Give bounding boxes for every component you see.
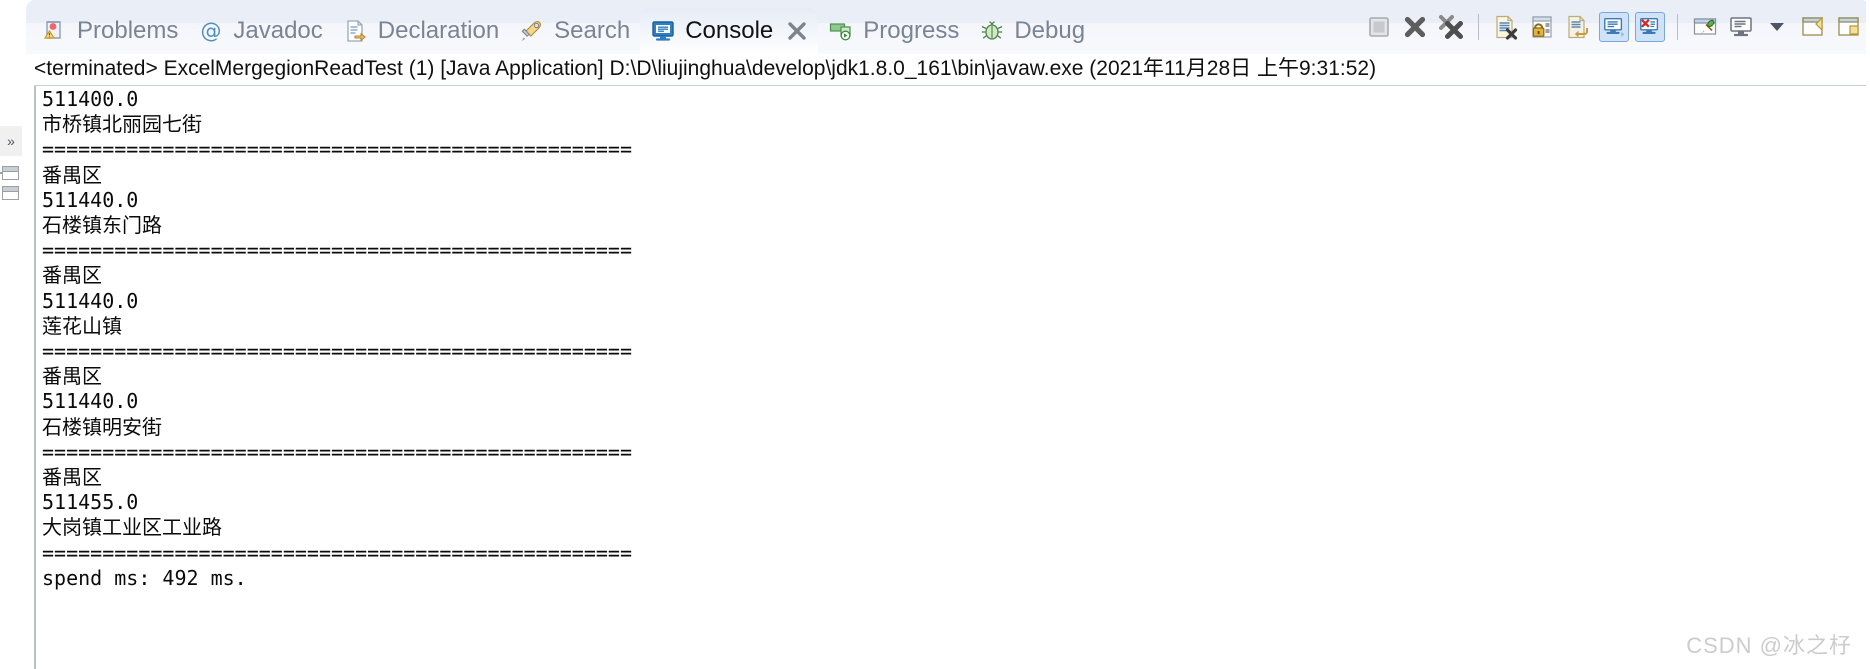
stop-square-icon xyxy=(1369,17,1389,37)
console-panel: Problems @ Javadoc Declaration Search Co… xyxy=(26,0,1870,669)
tab-javadoc[interactable]: @ Javadoc xyxy=(188,8,332,54)
show-console-out-icon xyxy=(1604,18,1625,38)
window-icon xyxy=(2,186,19,200)
console-view: » Problems @ Javadoc Declaration Search … xyxy=(0,0,1870,669)
tab-label: Progress xyxy=(863,17,960,44)
view-tab-bar: Problems @ Javadoc Declaration Search Co… xyxy=(26,0,1870,54)
word-wrap-button[interactable] xyxy=(1563,12,1593,42)
svg-text:@: @ xyxy=(201,19,222,43)
search-icon xyxy=(521,21,542,42)
console-left-rule xyxy=(34,86,36,669)
close-icon[interactable] xyxy=(786,20,808,42)
display-selected-console-button[interactable] xyxy=(1726,12,1756,42)
minimized-view-icon-1[interactable] xyxy=(0,166,20,182)
show-console-err-icon xyxy=(1640,18,1659,34)
launch-header-line: <terminated> ExcelMergegionReadTest (1) … xyxy=(34,57,1377,80)
clear-console-icon xyxy=(1496,15,1518,40)
console-icon xyxy=(652,21,674,41)
restore-perspective-button[interactable]: » xyxy=(0,126,22,156)
tab-label: Problems xyxy=(77,17,179,44)
problems-icon xyxy=(43,21,61,39)
terminate-button[interactable] xyxy=(1364,12,1394,42)
tab-console[interactable]: Console xyxy=(640,8,819,54)
chevron-down-icon xyxy=(1770,23,1784,31)
separator-1 xyxy=(1478,14,1479,40)
console-output-text[interactable]: 511400.0 市桥镇北丽园七街 ======================… xyxy=(42,87,632,591)
scroll-lock-button[interactable] xyxy=(1527,12,1557,42)
tab-debug[interactable]: Debug xyxy=(969,8,1095,54)
tab-search[interactable]: Search xyxy=(509,8,640,54)
show-console-on-output-button[interactable] xyxy=(1599,12,1629,42)
view-menu-button[interactable] xyxy=(1834,12,1864,42)
javadoc-at-icon: @ xyxy=(201,19,222,43)
open-console-button[interactable] xyxy=(1798,12,1828,42)
right-edge-band xyxy=(1866,0,1870,668)
word-wrap-icon xyxy=(1568,15,1588,39)
window-icon xyxy=(2,166,19,180)
close-x-icon xyxy=(788,22,806,40)
watermark: CSDN @冰之杍 xyxy=(1686,633,1852,658)
display-console-icon xyxy=(1730,17,1752,37)
show-console-on-error-button[interactable] xyxy=(1635,12,1665,42)
minimized-view-icon-2[interactable] xyxy=(2,186,20,202)
clear-console-button[interactable] xyxy=(1491,12,1521,42)
remove-all-terminated-button[interactable] xyxy=(1436,12,1466,42)
view-toolbar xyxy=(1364,5,1864,49)
debug-bug-icon xyxy=(982,21,1003,40)
remove-x-icon xyxy=(1404,16,1426,38)
remove-launch-button[interactable] xyxy=(1400,12,1430,42)
view-menu-icon xyxy=(1838,17,1859,36)
tab-declaration[interactable]: Declaration xyxy=(333,8,509,54)
tab-label: Javadoc xyxy=(233,17,323,44)
chevron-right-icon: » xyxy=(7,133,15,149)
pin-console-button[interactable] xyxy=(1690,12,1720,42)
pin-console-icon xyxy=(1693,18,1717,35)
tab-label: Console xyxy=(685,17,774,44)
tab-progress[interactable]: Progress xyxy=(818,8,969,54)
progress-icon xyxy=(830,23,851,41)
open-console-icon xyxy=(1802,16,1823,36)
remove-all-x-icon xyxy=(1439,15,1463,39)
console-dropdown-button[interactable] xyxy=(1762,12,1792,42)
separator-2 xyxy=(1677,14,1678,40)
scroll-lock-icon xyxy=(1532,16,1552,38)
tab-label: Debug xyxy=(1014,17,1086,44)
tab-label: Declaration xyxy=(377,17,500,44)
console-output-area[interactable]: 511400.0 市桥镇北丽园七街 ======================… xyxy=(34,85,1870,669)
tab-label: Search xyxy=(554,17,631,44)
tab-list: Problems @ Javadoc Declaration Search Co… xyxy=(32,0,1095,54)
minimized-views-strip: » xyxy=(0,0,26,668)
minimized-view-dash xyxy=(0,172,2,174)
tab-problems[interactable]: Problems xyxy=(32,8,188,54)
declaration-icon xyxy=(347,20,366,42)
